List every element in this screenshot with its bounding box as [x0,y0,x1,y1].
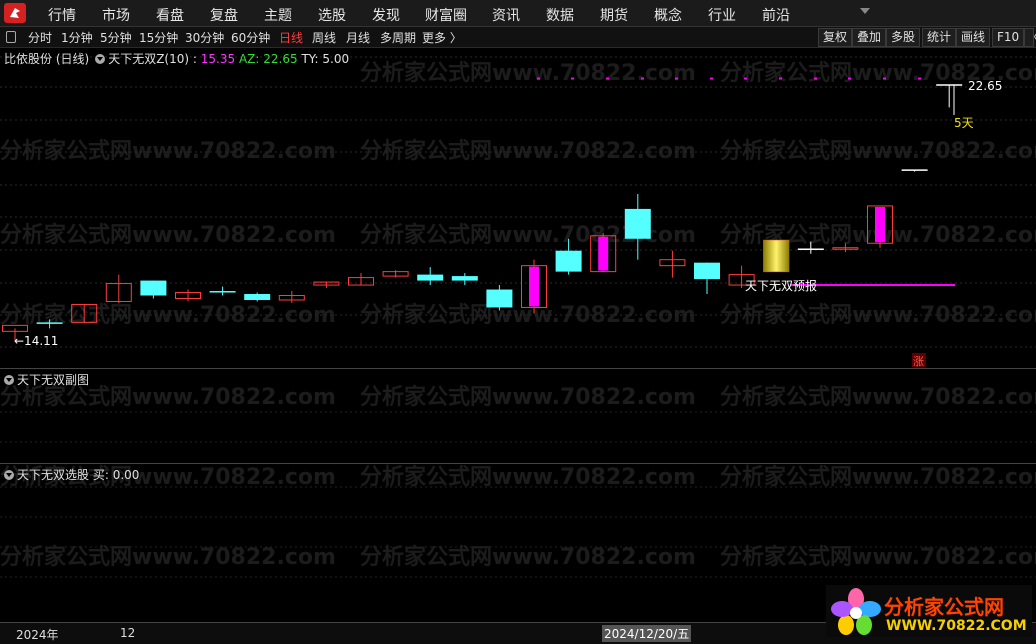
candle-body [555,250,582,272]
brand-title: 分析家公式网 [884,595,1004,619]
buy-value: 0.00 [112,468,140,482]
signal-bar [875,206,885,243]
candle-body [486,289,513,308]
restore-rights-button[interactable]: 复权 [818,28,853,47]
sub-pane2-title[interactable]: 天下无双选股 [17,468,89,482]
dot-marker [675,77,678,80]
f10-button[interactable]: F10 [992,28,1025,47]
candle-body [36,322,63,324]
indicator-menu-icon[interactable] [95,54,106,64]
x-axis-year: 2024年 [16,628,59,642]
dot-marker [606,77,609,80]
period-monthly[interactable]: 月线 [346,29,370,46]
menu-item-data[interactable]: 数据 [546,5,574,25]
period-60min[interactable]: 60分钟 [231,29,270,46]
candle-body [694,262,720,280]
az-value: 22.65 [263,52,298,66]
period-more[interactable]: 更多 〉 [422,29,462,46]
dot-marker [571,77,574,80]
period-5min[interactable]: 5分钟 [100,29,132,46]
menu-item-frontier[interactable]: 前沿 [762,5,790,25]
ty-value: 5.00 [322,52,350,66]
menu-dropdown-icon[interactable] [860,8,870,14]
sub-pane1-title[interactable]: 天下无双副图 [17,373,89,387]
indicator-name[interactable]: 天下无双Z(10) [108,52,189,66]
low-price-label: ←14.11 [14,334,58,348]
menu-item-concepts[interactable]: 概念 [654,5,682,25]
dot-marker [710,77,713,80]
sub-indicator-menu-icon[interactable] [4,375,14,385]
signal-bar [598,236,609,271]
panel-toggle-icon[interactable] [6,31,16,43]
high-price-label: 22.65 [968,79,1002,93]
collapse-icon[interactable]: 〈 [1024,28,1036,47]
menu-item-news[interactable]: 资讯 [492,5,520,25]
pane-divider[interactable] [0,368,1036,369]
rise-label: 涨 [913,355,924,368]
indicator-value: 15.35 [200,52,236,66]
dot-marker [918,77,921,80]
menu-bar: 行情 市场 看盘 复盘 主题 选股 发现 财富圈 资讯 数据 期货 概念 行业 … [0,0,1036,27]
period-multi[interactable]: 多周期 [380,29,416,46]
menu-item-review[interactable]: 复盘 [210,5,238,25]
days-label: 5天 [954,116,974,130]
candle-body [451,276,478,281]
stock-name: 比依股份 (日线) [4,52,90,66]
dot-marker [848,77,851,80]
candle-body [417,274,444,281]
brand-badge: 分析家公式网 WWW.70822.COM [826,585,1032,637]
menu-item-futures[interactable]: 期货 [600,5,628,25]
period-15min[interactable]: 15分钟 [139,29,178,46]
pane-divider[interactable] [0,463,1036,464]
signal-bar [529,266,539,307]
sub-pane2-header: 天下无双选股 买: 0.00 [4,466,139,483]
draw-line-button[interactable]: 画线 [956,28,991,47]
dot-marker [537,77,540,80]
dot-marker [883,77,886,80]
ty-label: TY: [301,52,319,66]
menu-item-quotes[interactable]: 行情 [48,5,76,25]
multi-stock-button[interactable]: 多股 [886,28,921,47]
menu-item-watch[interactable]: 看盘 [156,5,184,25]
candle-body [140,280,167,296]
dot-marker [814,77,817,80]
sub-indicator-menu-icon[interactable] [4,470,14,480]
overlay-layer: 22.65 5天 ←14.11 天下无双预报涨 [14,77,1002,368]
menu-item-theme[interactable]: 主题 [264,5,292,25]
candles-layer [2,84,963,341]
candle-body [244,294,271,300]
menu-item-stock-picker[interactable]: 选股 [318,5,346,25]
overlay-button[interactable]: 叠加 [852,28,887,47]
sub-pane1-header: 天下无双副图 [4,371,89,388]
period-intraday[interactable]: 分时 [28,29,52,46]
period-daily[interactable]: 日线 [279,29,303,46]
indicator-colon: : [192,52,197,66]
period-1min[interactable]: 1分钟 [61,29,93,46]
buy-label: 买: [92,468,109,482]
dot-marker [744,77,747,80]
main-pane-header: 比依股份 (日线) 天下无双Z(10) : 15.35 AZ: 22.65 TY:… [4,50,349,67]
flower-logo-icon [831,588,881,635]
chart-grid [0,56,1036,578]
forecast-label: 天下无双预报 [745,278,817,293]
az-label: AZ: [238,52,260,66]
menu-item-discover[interactable]: 发现 [372,5,400,25]
brand-url: WWW.70822.COM [886,618,1027,634]
x-axis-cursor-date: 2024/12/20/五 [602,625,692,642]
dot-marker [779,77,782,80]
period-weekly[interactable]: 周线 [312,29,336,46]
dot-marker [641,77,644,80]
period-30min[interactable]: 30分钟 [185,29,224,46]
menu-item-industry[interactable]: 行业 [708,5,736,25]
statistics-button[interactable]: 统计 [922,28,957,47]
candlestick-chart[interactable]: 22.65 5天 ←14.11 天下无双预报涨 [0,47,1036,622]
forecast-bar [763,240,790,272]
candle-body [209,291,236,293]
candle-body [624,208,651,239]
app-logo-icon[interactable] [4,3,26,23]
period-toolbar: 分时 1分钟 5分钟 15分钟 30分钟 60分钟 日线 周线 月线 多周期 更… [0,27,1036,48]
x-axis-month: 12 [120,626,136,640]
menu-item-market[interactable]: 市场 [102,5,130,25]
menu-item-wealth-circle[interactable]: 财富圈 [425,5,467,25]
